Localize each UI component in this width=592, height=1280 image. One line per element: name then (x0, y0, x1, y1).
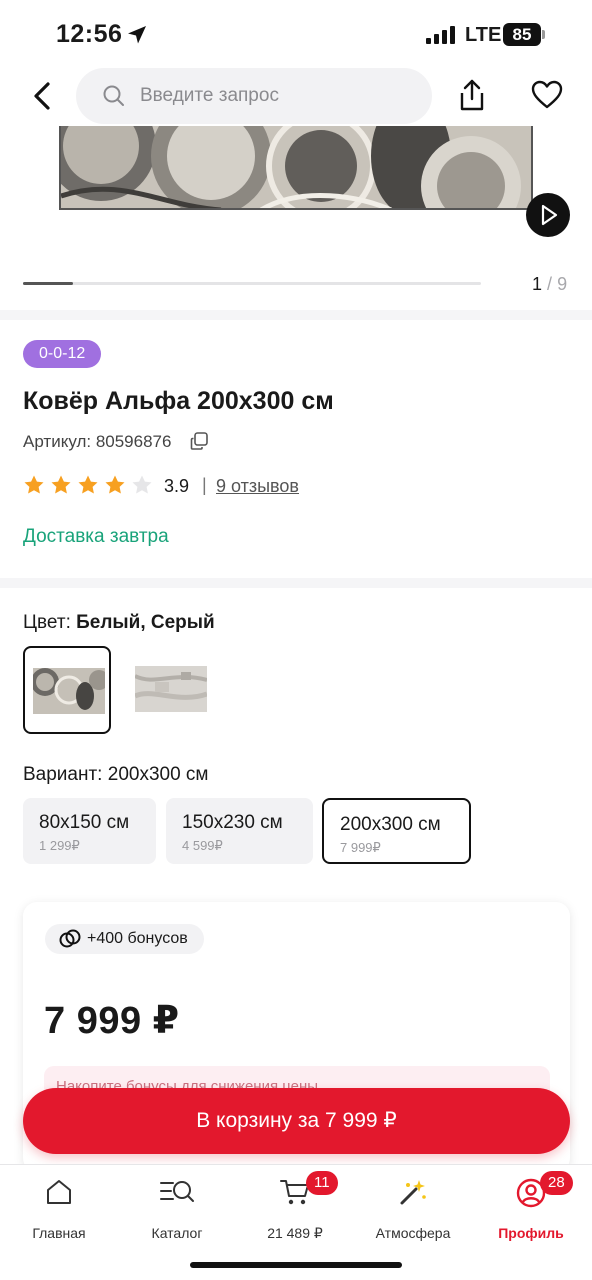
search-icon (102, 84, 126, 113)
gallery-progress-fill (23, 282, 74, 285)
search-input[interactable]: Введите запрос (76, 68, 432, 124)
variant-size: 200x300 см (340, 814, 441, 835)
tab-label: Главная (32, 1225, 86, 1241)
divider (0, 310, 592, 320)
heart-icon[interactable] (531, 80, 563, 115)
bonus-text: +400 бонусов (87, 930, 188, 947)
home-icon (47, 1180, 71, 1204)
reviews-link[interactable]: 9 отзывов (216, 476, 299, 497)
tab-catalog[interactable]: Каталог (118, 1175, 236, 1245)
tab-atmosphere[interactable]: Атмосфера (354, 1175, 472, 1245)
product-image[interactable] (59, 126, 533, 210)
divider (0, 578, 592, 588)
color-thumbnail (33, 668, 105, 714)
variant-price: 1 299₽ (39, 838, 80, 853)
variant-size: 150x230 см (182, 812, 283, 833)
variant-price: 7 999₽ (340, 840, 381, 855)
color-swatch-selected[interactable] (23, 646, 111, 734)
search-placeholder: Введите запрос (140, 85, 279, 106)
product-price: 7 999 ₽ (44, 1000, 180, 1042)
color-thumbnail (135, 666, 207, 712)
tab-label: Каталог (151, 1225, 203, 1241)
magic-wand-icon (400, 1180, 426, 1205)
cellular-signal-icon (426, 26, 458, 49)
profile-notification-badge: 28 (540, 1171, 573, 1195)
variant-option[interactable]: 150x230 см 4 599₽ (166, 798, 313, 864)
tab-label: 21 489 ₽ (267, 1225, 323, 1241)
home-indicator (190, 1262, 402, 1268)
back-arrow-icon[interactable] (28, 78, 58, 114)
star-icon (24, 475, 44, 494)
variant-size: 80x150 см (39, 812, 130, 833)
variant-value: 200x300 см (107, 764, 209, 785)
location-arrow-icon (126, 24, 148, 51)
product-sku: Артикул: 80596876 (23, 432, 172, 451)
star-empty-icon (132, 475, 152, 494)
promo-badge: 0-0-12 (23, 340, 102, 368)
tab-home[interactable]: Главная (0, 1175, 118, 1245)
variant-option[interactable]: 80x150 см 1 299₽ (23, 798, 156, 864)
status-time: 12:56 (56, 20, 123, 48)
variant-option-selected[interactable]: 200x300 см 7 999₽ (322, 798, 471, 864)
play-video-button[interactable] (526, 193, 570, 237)
tab-label: Профиль (498, 1225, 564, 1241)
bonus-badge[interactable]: +400 бонусов (45, 924, 204, 954)
catalog-search-icon (160, 1181, 194, 1202)
network-type: LTE (465, 24, 502, 46)
cart-count-badge: 11 (306, 1171, 338, 1195)
gallery-progress (23, 282, 481, 285)
top-navigation: Введите запрос (0, 68, 592, 124)
color-value: Белый, Серый (76, 612, 215, 633)
variant-price: 4 599₽ (182, 838, 223, 853)
bonus-icon (59, 929, 81, 948)
battery-icon: 85 (503, 23, 541, 46)
rating-divider: | (202, 475, 207, 495)
color-label: Цвет: Белый, Серый (23, 612, 215, 633)
color-swatch[interactable] (127, 646, 215, 734)
add-to-cart-button[interactable]: В корзину за 7 999 ₽ (23, 1088, 570, 1154)
rating-value: 3.9 (164, 476, 190, 496)
tab-label: Атмосфера (375, 1225, 451, 1241)
star-icon (105, 475, 125, 494)
star-icon (51, 475, 71, 494)
product-title: Ковёр Альфа 200x300 см (23, 387, 334, 415)
product-gallery[interactable]: 1 / 9 (0, 124, 592, 310)
copy-icon[interactable] (189, 431, 209, 456)
star-icon (78, 475, 98, 494)
variant-label: Вариант: 200x300 см (23, 764, 209, 785)
status-bar: 12:56 LTE 85 (0, 0, 592, 68)
share-icon[interactable] (456, 78, 488, 117)
battery-tip (542, 30, 545, 39)
delivery-info: Доставка завтра (23, 526, 169, 547)
gallery-counter: 1 / 9 (532, 274, 568, 294)
